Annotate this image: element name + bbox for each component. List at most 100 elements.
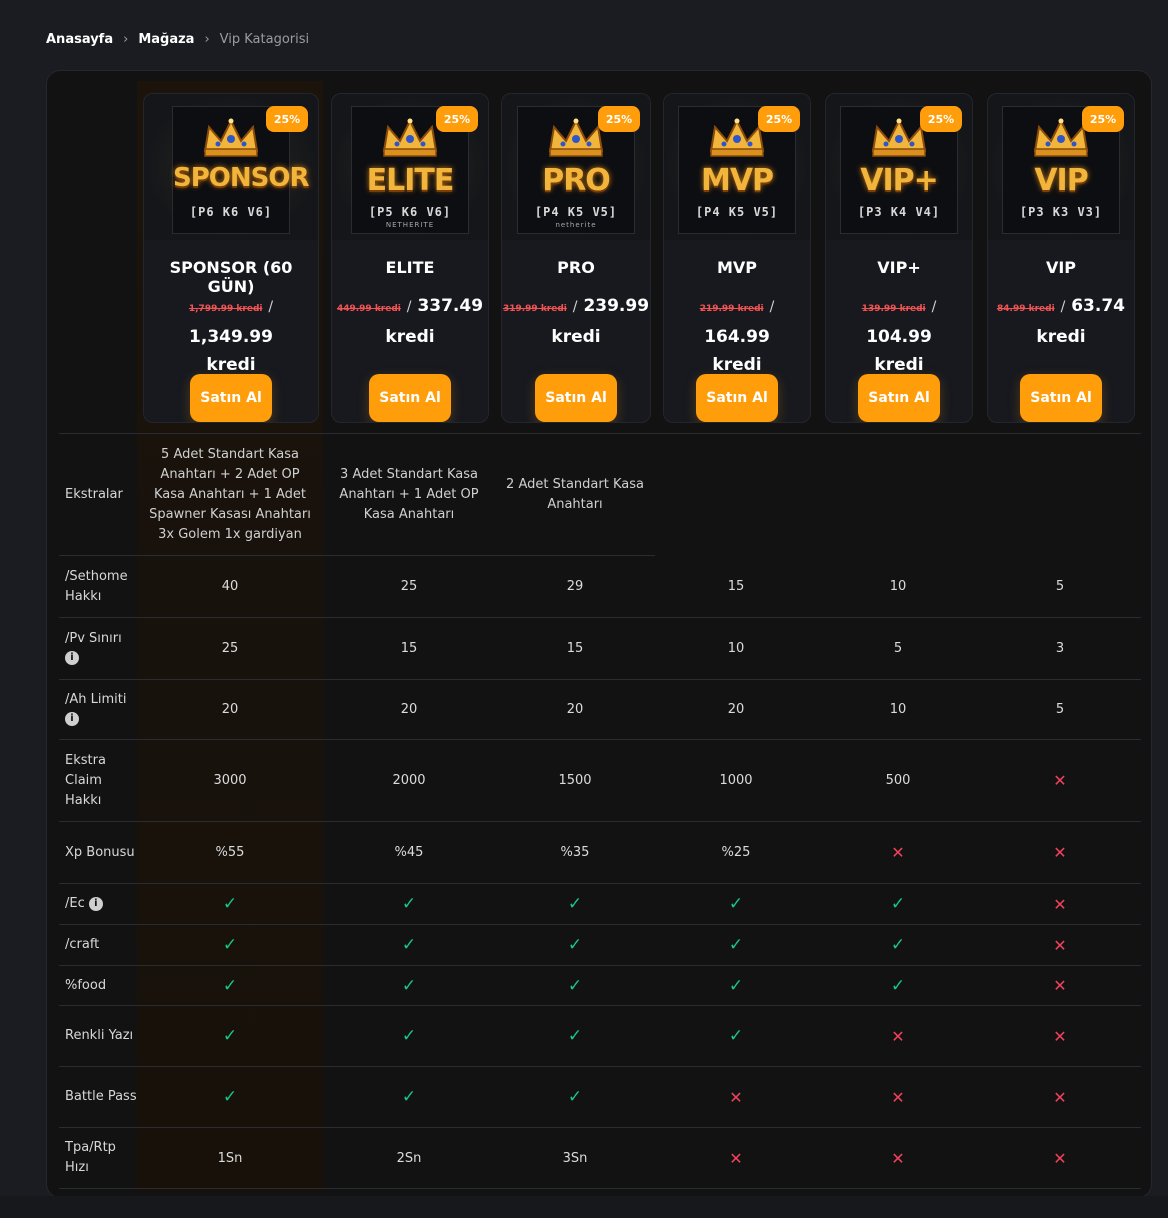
cell-value: %35 [560,845,590,860]
plan-card: ELITE [P5 K6 V6] NETHERITE 25% ELITE 449… [331,93,489,423]
plan-price: 139.99 kredi / 104.99 kredi [826,292,972,379]
plan-price: 449.99 kredi / 337.49 kredi [332,292,488,351]
row-label: Ekstra Claim Hakkı [59,739,137,822]
breadcrumb-home-link[interactable]: Anasayfa [46,32,113,47]
old-price: 449.99 kredi [336,304,401,314]
check-icon: ✓ [222,1087,238,1107]
buy-button[interactable]: Satın Al [535,374,617,422]
check-icon: ✓ [222,975,238,996]
plan-logo-text: ELITE [366,163,455,198]
table-row: %food ✓ ✓ ✓ ✓ ✓ ✕ [59,965,1141,1006]
cell-value: 3 [1055,641,1065,656]
chevron-right-icon: › [123,32,129,47]
plan-logo-text: MVP [700,163,774,198]
cell-value: 3Sn [562,1150,588,1166]
buy-button[interactable]: Satın Al [696,374,778,422]
cross-icon: ✕ [891,1087,905,1107]
table-cell: 15 [655,556,817,618]
table-cell: 40 [137,555,323,618]
table-cell: ✓ [495,1005,655,1067]
check-icon: ✓ [890,975,906,996]
table-cell: ✕ [817,1005,979,1067]
row-label: %food [59,965,137,1006]
row-label: /Ah Limiti i [59,679,137,740]
table-row: /Ec i ✓ ✓ ✓ ✓ ✓ ✕ [59,883,1141,925]
buy-button[interactable]: Satın Al [1020,374,1102,422]
buy-button[interactable]: Satın Al [190,374,272,422]
table-cell: ✓ [323,965,495,1006]
row-label: Ekstralar [59,433,137,556]
table-cell: ✓ [323,1066,495,1128]
table-cell: 5 [817,617,979,680]
check-icon: ✓ [401,935,417,955]
table-cell: ✕ [979,739,1141,822]
check-icon: ✓ [401,1026,417,1046]
table-cell: ✓ [323,883,495,925]
plan-image: SPONSOR [P6 K6 V6] 25% [144,94,318,240]
check-icon: ✓ [222,894,238,914]
plan-price: 1,799.99 kredi / 1,349.99 kredi [144,292,318,379]
table-cell: ✕ [979,1127,1141,1189]
cross-icon: ✕ [891,1148,905,1168]
table-cell: 20 [495,679,655,740]
crown-icon [203,118,259,157]
row-label-text: /Ah Limiti [65,691,127,707]
table-cell [817,433,979,556]
info-icon[interactable]: i [88,896,103,911]
buy-button[interactable]: Satın Al [369,374,451,422]
cross-icon: ✕ [1053,1087,1067,1107]
cell-value: 2000 [392,773,426,788]
check-icon: ✓ [728,935,744,955]
table-cell: %25 [655,821,817,884]
buy-button[interactable]: Satın Al [858,374,940,422]
breadcrumb-store-link[interactable]: Mağaza [138,32,194,47]
cell-value: 15 [400,641,418,656]
row-label-text: /Ec [65,896,85,911]
table-cell [979,433,1141,556]
cell-value: 15 [566,641,584,656]
check-icon: ✓ [728,894,744,914]
plan-card: VIP+ [P3 K4 V4] 25% VIP+ 139.99 kredi / … [825,93,973,423]
cross-icon: ✕ [729,1087,743,1107]
table-cell: ✓ [137,1066,323,1128]
cell-value: 5 [1055,579,1065,594]
discount-badge: 25% [598,106,640,132]
table-cell: ✕ [655,1127,817,1189]
table-cell: 3 Adet Standart Kasa Anahtarı + 1 Adet O… [323,433,495,556]
price-currency: kredi [385,327,435,347]
table-cell: 20 [323,679,495,740]
cross-icon: ✕ [1053,894,1067,914]
cross-icon: ✕ [891,1026,905,1046]
plan-logo-text: VIP [1034,163,1088,198]
table-cell [655,433,817,556]
table-cell: ✕ [979,965,1141,1006]
table-cell: ✓ [495,924,655,966]
info-icon[interactable]: i [65,651,79,665]
check-icon: ✓ [890,935,906,955]
table-cell: ✕ [817,821,979,884]
table-row: /Pv Sınırı i 25 15 15 10 5 3 [59,617,1141,680]
table-cell: 25 [323,555,495,618]
table-cell: ✓ [817,883,979,925]
check-icon: ✓ [567,1026,583,1046]
old-price: 1,799.99 kredi [188,304,263,314]
cell-value: 10 [889,702,907,717]
discount-badge: 25% [920,106,962,132]
row-label-text: Ekstra Claim Hakkı [65,752,106,808]
price-separator: / [268,299,274,315]
cell-value: 20 [727,702,745,717]
plan-logo-text: VIP+ [860,163,939,198]
breadcrumb: Anasayfa › Mağaza › Vip Katagorisi [46,32,309,47]
cell-value: 1Sn [217,1150,243,1166]
new-price: 239.99 [583,296,650,316]
plan-name: VIP+ [877,258,921,277]
info-icon[interactable]: i [65,712,79,726]
breadcrumb-current: Vip Katagorisi [219,32,310,47]
table-cell: 25 [137,617,323,680]
table-cell: 2Sn [323,1127,495,1189]
new-price: 1,349.99 [189,327,273,347]
cell-value: 20 [566,702,584,717]
price-separator: / [1060,299,1066,315]
check-icon: ✓ [401,1087,417,1107]
plan-logo-text: SPONSOR [173,163,310,193]
